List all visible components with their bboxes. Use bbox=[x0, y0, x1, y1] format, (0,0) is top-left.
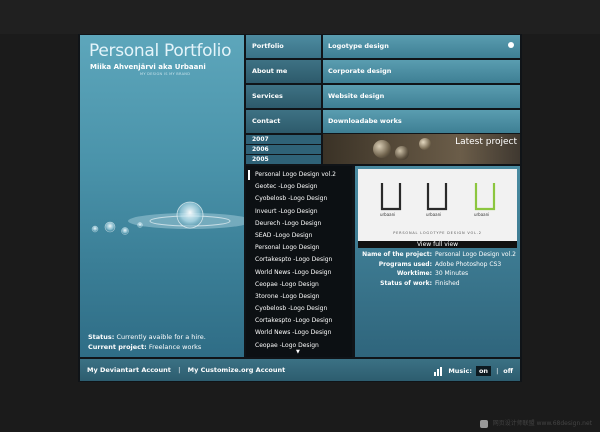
portfolio-submenu: Logotype design Corporate design Website… bbox=[323, 35, 520, 135]
detail-value: 30 Minutes bbox=[435, 270, 469, 277]
project-thumbnail[interactable]: urbaani urbaani urbaani PERSONAL LOGOTYP… bbox=[358, 169, 517, 241]
submenu-item-corporate[interactable]: Corporate design bbox=[323, 60, 520, 83]
watermark-text: 网页设计师联盟 www.68design.net bbox=[492, 420, 592, 427]
view-full-button[interactable]: View full view bbox=[358, 241, 517, 248]
status-value: Currently avaible for a hire. bbox=[116, 333, 206, 341]
year-filter: 2007 2006 2005 bbox=[246, 135, 321, 165]
sphere-decoration-icon bbox=[419, 138, 431, 150]
sphere-decoration-icon bbox=[373, 140, 391, 158]
main-nav: Portfolio About me Services Contact bbox=[246, 35, 321, 135]
music-control: Music: on | off bbox=[434, 366, 513, 376]
list-item[interactable]: Inveurt -Logo Design bbox=[246, 206, 352, 218]
scroll-indicator[interactable] bbox=[248, 170, 250, 180]
deviantart-link[interactable]: My Deviantart Account bbox=[87, 366, 171, 374]
submenu-label: Logotype design bbox=[328, 42, 389, 50]
list-item[interactable]: Cortakespto -Logo Design bbox=[246, 315, 352, 327]
nav-item-contact[interactable]: Contact bbox=[246, 110, 321, 133]
nav-item-about-me[interactable]: About me bbox=[246, 60, 321, 83]
footer-links: My Deviantart Account | My Customize.org… bbox=[87, 366, 285, 374]
year-2005[interactable]: 2005 bbox=[246, 155, 321, 164]
list-item[interactable]: 3torone -Logo Design bbox=[246, 291, 352, 303]
detail-value: Adobe Photoshop CS3 bbox=[435, 260, 502, 268]
detail-key: Name of the project: bbox=[362, 251, 432, 258]
detail-value: Finished bbox=[435, 279, 460, 287]
detail-key: Status of work: bbox=[380, 279, 432, 287]
submenu-item-website[interactable]: Website design bbox=[323, 85, 520, 108]
logo-word: urbaani bbox=[426, 212, 441, 217]
submenu-label: Downloadabe works bbox=[328, 117, 402, 125]
submenu-item-logotype[interactable]: Logotype design bbox=[323, 35, 520, 58]
detail-row: Name of the project: Personal Logo Desig… bbox=[358, 250, 517, 260]
list-item[interactable]: SEAD -Logo Design bbox=[246, 230, 352, 242]
current-project-label: Current project: bbox=[88, 343, 147, 351]
equalizer-icon bbox=[434, 366, 443, 376]
submenu-label: Website design bbox=[328, 92, 385, 100]
detail-key: Worktime: bbox=[396, 270, 432, 277]
music-label: Music: bbox=[448, 367, 472, 375]
thumbnail-caption: PERSONAL LOGOTYPE DESIGN VOL.2 bbox=[393, 231, 482, 235]
status-line: Status: Currently avaible for a hire. bbox=[88, 332, 206, 342]
watermark: 网页设计师联盟 www.68design.net bbox=[479, 418, 592, 428]
list-item[interactable]: World News -Logo Design bbox=[246, 327, 352, 339]
detail-row: Status of work: Finished bbox=[358, 279, 517, 289]
nav-item-portfolio[interactable]: Portfolio bbox=[246, 35, 321, 58]
watermark-logo-icon bbox=[479, 419, 488, 428]
project-list: Personal Logo Design vol.2 Geotec -Logo … bbox=[246, 166, 352, 357]
list-item[interactable]: Geotec -Logo Design bbox=[246, 181, 352, 193]
latest-project-banner: Latest project bbox=[323, 134, 520, 164]
sphere-decoration-icon bbox=[395, 146, 409, 160]
page-background-top bbox=[0, 0, 600, 34]
logo-word: urbaani bbox=[474, 212, 489, 217]
logo-word: urbaani bbox=[380, 212, 395, 217]
status-label: Status: bbox=[88, 333, 115, 341]
detail-row: Worktime: 30 Minutes bbox=[358, 269, 517, 279]
nav-item-services[interactable]: Services bbox=[246, 85, 321, 108]
site-title: Personal Portfolio bbox=[89, 41, 232, 61]
list-item[interactable]: Deurech -Logo Design bbox=[246, 218, 352, 230]
customize-link[interactable]: My Customize.org Account bbox=[188, 366, 286, 374]
brand-panel: Personal Portfolio Miika Ahvenjärvi aka … bbox=[80, 35, 244, 357]
list-item[interactable]: Personal Logo Design bbox=[246, 242, 352, 254]
current-project-line: Current project: Freelance works bbox=[88, 342, 206, 352]
year-2007[interactable]: 2007 bbox=[246, 135, 321, 144]
current-project-value: Freelance works bbox=[148, 343, 202, 351]
music-off-button[interactable]: off bbox=[503, 367, 513, 375]
site-tagline: MY DESIGN IS MY BRAND bbox=[140, 72, 191, 76]
footer-separator: | bbox=[178, 366, 181, 374]
list-item[interactable]: World News -Logo Design bbox=[246, 267, 352, 279]
water-drop-illustration bbox=[91, 201, 244, 235]
list-item[interactable]: Ceopae -Logo Design bbox=[246, 279, 352, 291]
list-item[interactable]: Cyobelosb -Logo Design bbox=[246, 193, 352, 205]
latest-project-label: Latest project bbox=[455, 137, 517, 147]
music-on-button[interactable]: on bbox=[475, 366, 492, 376]
project-preview: urbaani urbaani urbaani PERSONAL LOGOTYP… bbox=[355, 166, 520, 357]
scroll-down-icon[interactable]: ▼ bbox=[296, 349, 300, 355]
status-block: Status: Currently avaible for a hire. Cu… bbox=[88, 332, 206, 352]
site-subtitle: Miika Ahvenjärvi aka Urbaani bbox=[90, 63, 206, 71]
list-item[interactable]: Personal Logo Design vol.2 bbox=[246, 169, 352, 181]
detail-row: Programs used: Adobe Photoshop CS3 bbox=[358, 260, 517, 270]
music-separator: | bbox=[496, 367, 499, 375]
footer-bar: My Deviantart Account | My Customize.org… bbox=[80, 359, 520, 381]
year-2006[interactable]: 2006 bbox=[246, 145, 321, 154]
submenu-item-downloadable[interactable]: Downloadabe works bbox=[323, 110, 520, 133]
detail-key: Programs used: bbox=[378, 260, 432, 268]
detail-value: Personal Logo Design vol.2 bbox=[435, 251, 516, 258]
active-dot-icon bbox=[508, 42, 514, 48]
submenu-label: Corporate design bbox=[328, 67, 392, 75]
project-details: Name of the project: Personal Logo Desig… bbox=[358, 250, 517, 288]
list-item[interactable]: Cyobelosb -Logo Design bbox=[246, 303, 352, 315]
list-item[interactable]: Cortakespto -Logo Design bbox=[246, 254, 352, 266]
